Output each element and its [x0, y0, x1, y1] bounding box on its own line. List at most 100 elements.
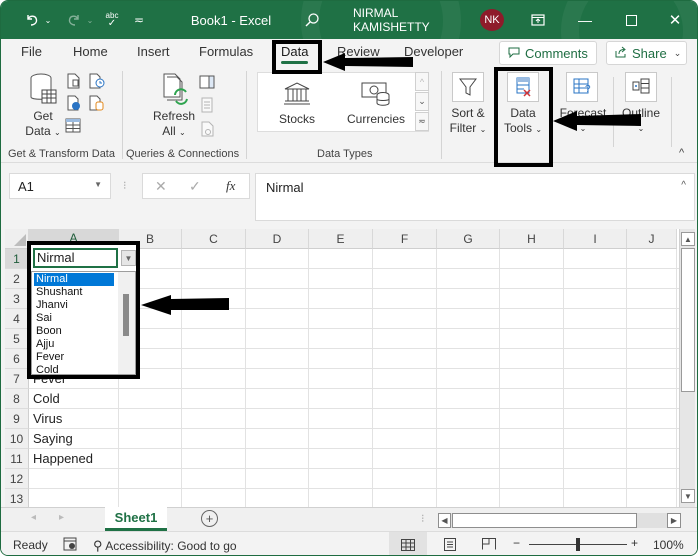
name-box[interactable]: A1 ▼	[9, 173, 111, 199]
column-header-e[interactable]: E	[309, 229, 373, 249]
queries-connections-icon[interactable]	[199, 75, 215, 92]
share-dropdown-icon[interactable]: ⌄	[674, 48, 682, 59]
ribbon-display-icon[interactable]	[527, 1, 549, 39]
column-header-g[interactable]: G	[437, 229, 500, 249]
row-header-10[interactable]: 10	[5, 429, 29, 449]
from-web-icon[interactable]	[67, 95, 81, 114]
existing-connections-icon[interactable]	[89, 95, 105, 114]
cell-a10[interactable]: Saying	[33, 429, 73, 449]
cell-a9[interactable]: Virus	[33, 409, 62, 429]
cell-a11[interactable]: Happened	[33, 449, 93, 469]
row-header-7[interactable]: 7	[5, 369, 29, 389]
scroll-up-icon[interactable]: ▲	[681, 232, 695, 246]
active-cell-a1[interactable]: Nirmal	[33, 248, 118, 268]
vertical-scroll-thumb[interactable]	[681, 248, 695, 392]
expand-formula-bar-icon[interactable]: ^	[681, 180, 686, 191]
redo-icon[interactable]	[63, 1, 85, 39]
zoom-in-button[interactable]: +	[631, 536, 638, 550]
sort-filter-button[interactable]: Sort & Filter ⌄	[445, 106, 491, 137]
vertical-scrollbar[interactable]: ▲ ▼	[679, 229, 695, 507]
tab-home[interactable]: Home	[73, 44, 108, 59]
refresh-all-button[interactable]: Refresh All ⌄	[151, 109, 197, 140]
minimize-icon[interactable]: —	[573, 1, 597, 39]
row-header-8[interactable]: 8	[5, 389, 29, 409]
scroll-left-icon[interactable]: ◀	[438, 513, 451, 528]
row-header-4[interactable]: 4	[5, 309, 29, 329]
prev-sheet-icon[interactable]: ◂	[31, 512, 36, 523]
column-header-i[interactable]: I	[564, 229, 627, 249]
normal-view-button[interactable]	[389, 532, 427, 555]
undo-icon[interactable]	[21, 1, 43, 39]
dropdown-option[interactable]: Nirmal	[34, 273, 114, 286]
comments-button[interactable]: Comments	[499, 41, 597, 65]
cell-a8[interactable]: Cold	[33, 389, 60, 409]
horizontal-scroll-thumb[interactable]	[452, 513, 637, 528]
recent-sources-icon[interactable]	[89, 73, 105, 92]
tab-file[interactable]: File	[21, 44, 42, 59]
formula-input[interactable]: Nirmal ^	[255, 173, 695, 221]
collapse-ribbon-icon[interactable]: ^	[679, 147, 684, 159]
row-header-2[interactable]: 2	[5, 269, 29, 289]
dropdown-scroll-thumb[interactable]	[123, 294, 129, 336]
column-header-d[interactable]: D	[246, 229, 309, 249]
edit-links-icon[interactable]	[201, 121, 215, 140]
dropdown-option[interactable]: Jhanvi	[34, 299, 114, 312]
accessibility-status[interactable]: ⚲ Accessibility: Good to go	[93, 538, 237, 554]
dropdown-option[interactable]: Sai	[34, 312, 114, 325]
tab-insert[interactable]: Insert	[137, 44, 170, 59]
redo-dropdown-icon[interactable]: ⌄	[85, 1, 95, 39]
page-break-view-icon[interactable]	[482, 538, 496, 550]
share-button[interactable]: Share ⌄	[606, 41, 687, 65]
spelling-icon[interactable]: abc ✓	[101, 1, 123, 39]
next-sheet-icon[interactable]: ▸	[59, 512, 64, 523]
gallery-expand-icon[interactable]: ≂	[415, 112, 429, 131]
column-header-h[interactable]: H	[500, 229, 564, 249]
page-layout-view-icon[interactable]	[444, 538, 456, 551]
avatar[interactable]: NK	[480, 9, 504, 31]
name-box-dropdown-icon[interactable]: ▼	[94, 180, 102, 189]
select-all-corner[interactable]	[5, 229, 29, 249]
row-header-13[interactable]: 13	[5, 489, 29, 507]
from-text-icon[interactable]	[67, 73, 81, 92]
undo-dropdown-icon[interactable]: ⌄	[43, 1, 53, 39]
column-header-c[interactable]: C	[182, 229, 246, 249]
dropdown-option[interactable]: Shushant	[34, 286, 114, 299]
row-header-12[interactable]: 12	[5, 469, 29, 489]
tab-formulas[interactable]: Formulas	[199, 44, 253, 59]
search-icon[interactable]	[301, 1, 323, 39]
row-header-6[interactable]: 6	[5, 349, 29, 369]
column-header-f[interactable]: F	[373, 229, 437, 249]
row-header-1[interactable]: 1	[5, 249, 29, 269]
tab-splitter[interactable]: ⁝	[421, 512, 425, 525]
cancel-icon[interactable]: ✕	[155, 178, 167, 195]
get-data-button[interactable]: Get Data ⌄	[23, 109, 63, 140]
dropdown-option[interactable]: Cold	[34, 364, 114, 377]
row-header-3[interactable]: 3	[5, 289, 29, 309]
formula-bar-splitter[interactable]: ⁝	[123, 179, 127, 192]
zoom-out-button[interactable]: −	[513, 536, 520, 550]
insert-function-icon[interactable]: fx	[226, 178, 235, 194]
currencies-button[interactable]: Currencies	[345, 112, 407, 127]
row-header-5[interactable]: 5	[5, 329, 29, 349]
customize-qat-icon[interactable]: ≂	[131, 1, 147, 39]
sheet-tab-sheet1[interactable]: Sheet1	[105, 507, 167, 531]
row-header-11[interactable]: 11	[5, 449, 29, 469]
horizontal-scrollbar[interactable]: ◀ ▶	[438, 513, 681, 528]
dropdown-scrollbar[interactable]	[118, 272, 135, 374]
column-header-j[interactable]: J	[627, 229, 677, 249]
gallery-scroll-down-icon[interactable]: ⌄	[415, 92, 429, 111]
dropdown-arrow-icon[interactable]: ▼	[121, 250, 136, 266]
gallery-scroll-up-icon[interactable]: ^	[415, 72, 429, 91]
dropdown-option[interactable]: Ajju	[34, 338, 114, 351]
add-sheet-button[interactable]: +	[201, 510, 218, 527]
zoom-slider-thumb[interactable]	[576, 538, 580, 551]
properties-icon[interactable]	[201, 97, 213, 116]
row-header-9[interactable]: 9	[5, 409, 29, 429]
dropdown-option[interactable]: Boon	[34, 325, 114, 338]
scroll-down-icon[interactable]: ▼	[681, 489, 695, 503]
scroll-right-icon[interactable]: ▶	[667, 513, 681, 528]
close-icon[interactable]: ✕	[663, 1, 687, 39]
from-table-icon[interactable]	[65, 118, 81, 136]
dropdown-option[interactable]: Fever	[34, 351, 114, 364]
stocks-button[interactable]: Stocks	[273, 112, 321, 127]
